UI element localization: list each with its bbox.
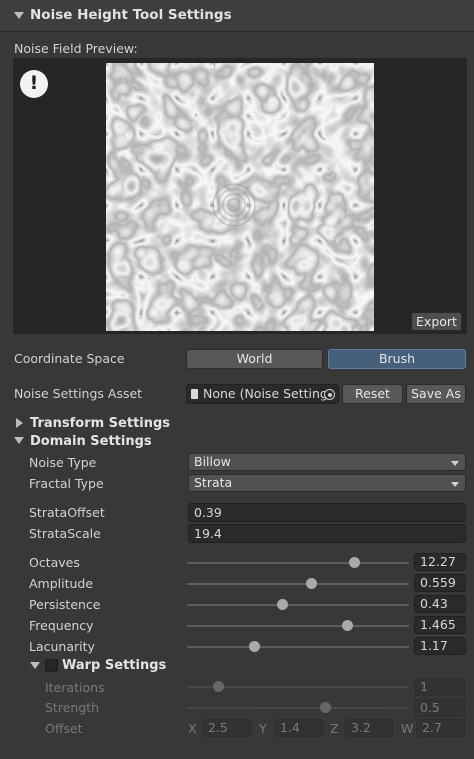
slider-thumb[interactable]: [249, 641, 260, 652]
noise-settings-asset-value: None (Noise Setting: [203, 386, 328, 401]
noise-type-dropdown[interactable]: Billow: [188, 453, 466, 471]
foldout-right-icon[interactable]: [16, 418, 23, 428]
coordinate-space-world-button[interactable]: World: [186, 349, 323, 369]
offset-z-field[interactable]: 3.2: [345, 719, 394, 737]
strength-field[interactable]: 0.5: [414, 699, 466, 717]
save-as-button[interactable]: Save As: [406, 384, 466, 404]
strata-offset-label: StrataOffset: [29, 505, 105, 520]
frequency-label: Frequency: [29, 618, 94, 633]
coordinate-space-label: Coordinate Space: [14, 351, 125, 366]
header-title: Noise Height Tool Settings: [30, 7, 232, 23]
warp-enabled-checkbox[interactable]: [45, 659, 58, 672]
noise-type-value: Billow: [194, 454, 231, 469]
noise-settings-asset-label: Noise Settings Asset: [14, 386, 143, 401]
foldout-down-icon[interactable]: [14, 437, 24, 444]
offset-y-field[interactable]: 1.4: [274, 719, 323, 737]
strata-offset-field[interactable]: 0.39: [188, 503, 466, 522]
slider-thumb[interactable]: [342, 620, 353, 631]
warning-icon: !: [20, 70, 48, 98]
slider-thumb[interactable]: [213, 681, 224, 692]
noise-settings-asset-field[interactable]: None (Noise Setting: [186, 384, 339, 404]
preview-label: Noise Field Preview:: [14, 41, 138, 56]
iterations-label: Iterations: [45, 680, 105, 695]
chevron-down-icon: [451, 482, 459, 487]
persistence-field[interactable]: 0.43: [414, 595, 466, 613]
frequency-field[interactable]: 1.465: [414, 616, 466, 634]
offset-w-label: W: [401, 721, 414, 736]
tool-settings-header[interactable]: Noise Height Tool Settings: [0, 0, 474, 32]
foldout-down-icon[interactable]: [14, 12, 24, 19]
object-picker-icon[interactable]: [324, 389, 335, 400]
iterations-field[interactable]: 1: [414, 678, 466, 696]
offset-w-field[interactable]: 2.7: [416, 719, 466, 737]
slider-thumb[interactable]: [320, 702, 331, 713]
octaves-label: Octaves: [29, 555, 80, 570]
asset-file-icon: [191, 389, 198, 399]
offset-label: Offset: [45, 721, 83, 736]
persistence-label: Persistence: [29, 597, 101, 612]
amplitude-field[interactable]: 0.559: [414, 574, 466, 592]
foldout-down-icon[interactable]: [30, 662, 40, 669]
offset-z-label: Z: [330, 721, 339, 736]
fractal-type-label: Fractal Type: [29, 476, 104, 491]
amplitude-label: Amplitude: [29, 576, 94, 591]
reset-button[interactable]: Reset: [342, 384, 403, 404]
slider-thumb[interactable]: [306, 578, 317, 589]
domain-settings-foldout[interactable]: Domain Settings: [30, 434, 152, 449]
strata-scale-label: StrataScale: [29, 526, 101, 541]
lacunarity-field[interactable]: 1.17: [414, 637, 466, 655]
noise-pattern: [106, 63, 374, 331]
slider-thumb[interactable]: [277, 599, 288, 610]
chevron-down-icon: [451, 461, 459, 466]
lacunarity-label: Lacunarity: [29, 639, 95, 654]
strata-scale-field[interactable]: 19.4: [188, 524, 466, 543]
offset-x-label: X: [188, 721, 197, 736]
noise-type-label: Noise Type: [29, 455, 97, 470]
slider-thumb[interactable]: [349, 557, 360, 568]
strength-label: Strength: [45, 700, 100, 715]
noise-preview-image: [106, 63, 374, 331]
warp-settings-foldout[interactable]: Warp Settings: [62, 658, 166, 673]
coordinate-space-brush-button[interactable]: Brush: [328, 349, 466, 369]
offset-x-field[interactable]: 2.5: [202, 719, 252, 737]
fractal-type-dropdown[interactable]: Strata: [188, 474, 466, 492]
fractal-type-value: Strata: [194, 475, 233, 490]
offset-y-label: Y: [259, 721, 267, 736]
octaves-field[interactable]: 12.27: [414, 553, 466, 571]
transform-settings-foldout[interactable]: Transform Settings: [30, 416, 170, 431]
export-button[interactable]: Export: [411, 312, 462, 331]
